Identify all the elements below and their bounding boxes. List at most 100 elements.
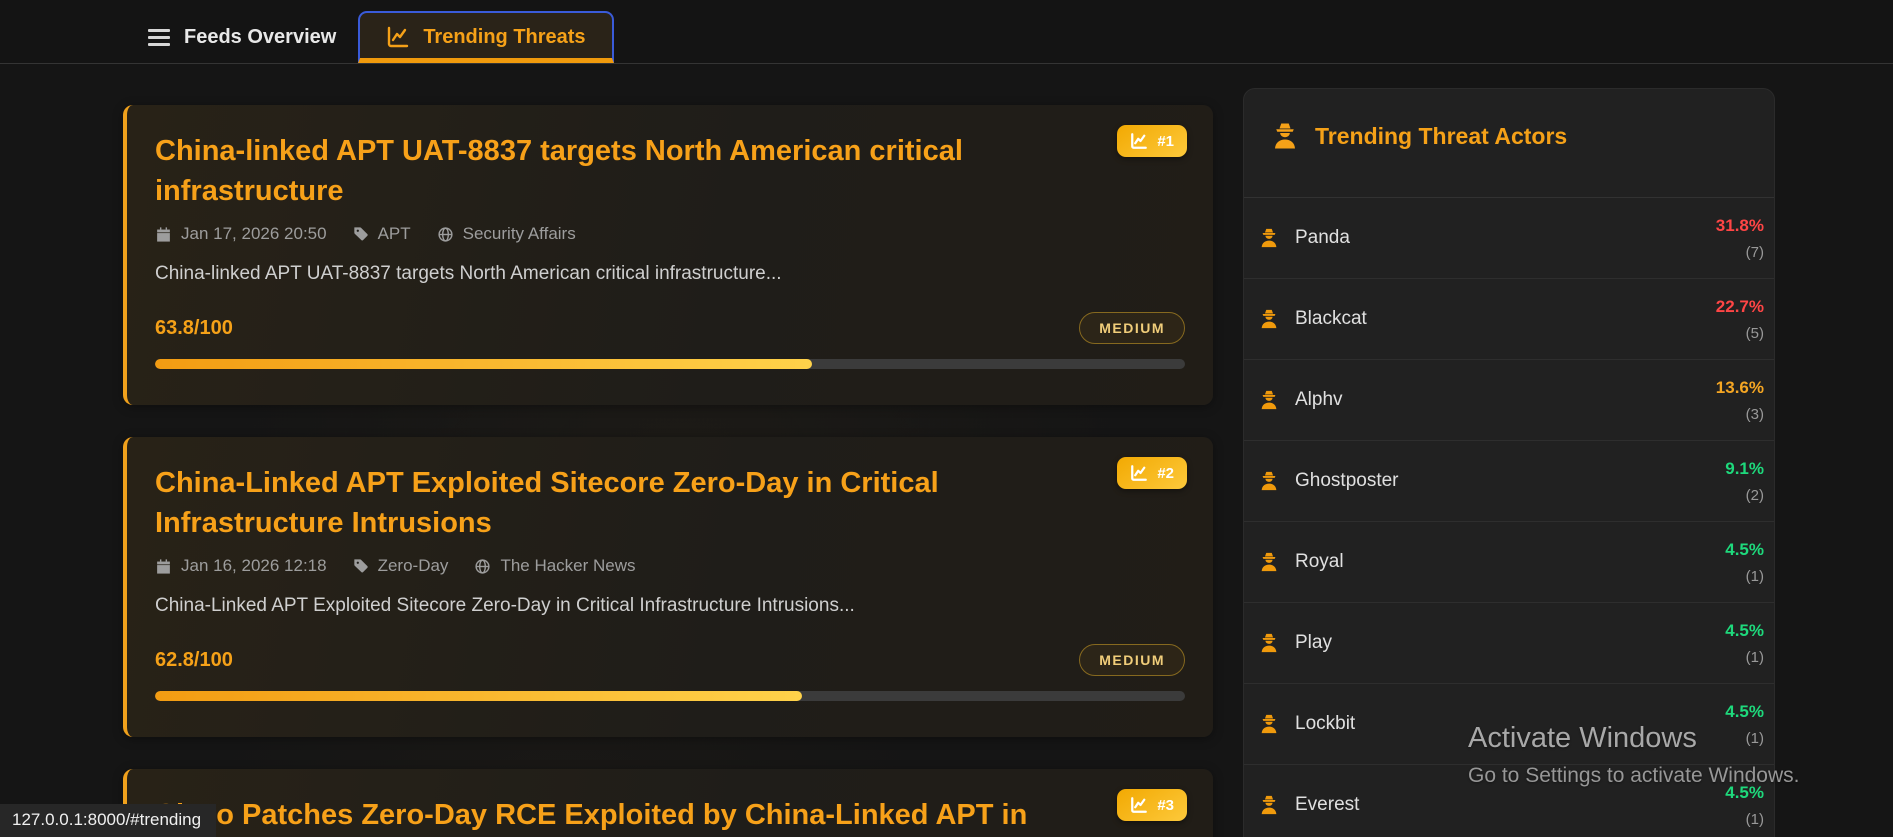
trend-rank-badge: #2	[1117, 457, 1187, 490]
threat-source-label: Security Affairs	[462, 224, 576, 244]
threat-date: Jan 17, 2026 20:50	[155, 224, 327, 244]
hamburger-icon	[147, 25, 171, 49]
actor-stats: 4.5% (1)	[1725, 540, 1764, 585]
actor-name: Everest	[1295, 794, 1360, 815]
threat-meta: Jan 16, 2026 12:18 Zero-Day The Hacker N…	[155, 556, 1185, 576]
rank-number: #3	[1157, 796, 1174, 814]
score-progress-fill	[155, 691, 802, 702]
rank-number: #1	[1157, 132, 1174, 150]
actor-stats: 4.5% (1)	[1725, 702, 1764, 747]
status-bar-url: 127.0.0.1:8000/#trending	[0, 804, 217, 837]
threat-description: China-Linked APT Exploited Sitecore Zero…	[155, 595, 855, 617]
actor-stats: 13.6% (3)	[1716, 378, 1764, 423]
spy-user-icon	[1258, 794, 1280, 816]
threat-actor-row[interactable]: Lockbit 4.5% (1)	[1244, 684, 1774, 765]
threat-card[interactable]: #3 Cisco Patches Zero-Day RCE Exploited …	[123, 769, 1213, 837]
threat-date-label: Jan 16, 2026 12:18	[181, 556, 327, 576]
actors-panel-title: Trending Threat Actors	[1315, 122, 1568, 149]
spy-user-icon	[1258, 551, 1280, 573]
threat-tag: APT	[353, 224, 411, 244]
threat-tag-label: APT	[377, 224, 411, 244]
chart-line-icon	[1130, 796, 1148, 814]
actor-trend-percent: 13.6%	[1715, 377, 1764, 397]
chart-line-icon	[386, 25, 410, 49]
actor-mention-count: (1)	[1745, 729, 1764, 747]
main-content: #1 China-linked APT UAT-8837 targets Nor…	[0, 64, 1893, 837]
actor-identity: Everest	[1258, 794, 1359, 816]
threat-date-label: Jan 17, 2026 20:50	[181, 224, 327, 244]
threat-actor-row[interactable]: Royal 4.5% (1)	[1244, 522, 1774, 603]
actor-mention-count: (1)	[1745, 648, 1764, 666]
threat-source-label: The Hacker News	[500, 556, 636, 576]
spy-user-icon	[1258, 227, 1280, 249]
actor-name: Lockbit	[1295, 713, 1356, 734]
actor-name: Alphv	[1295, 389, 1343, 410]
threat-actor-row[interactable]: Everest 4.5% (1)	[1244, 765, 1774, 837]
threat-tag: Zero-Day	[353, 556, 448, 576]
trend-rank-badge: #3	[1117, 789, 1187, 822]
actors-panel-header: Trending Threat Actors	[1244, 89, 1774, 198]
actor-identity: Panda	[1258, 227, 1350, 249]
tab-feeds-overview-label: Feeds Overview	[184, 25, 337, 48]
actor-mention-count: (1)	[1745, 810, 1764, 828]
actor-identity: Lockbit	[1258, 713, 1355, 735]
threat-title: China-linked APT UAT-8837 targets North …	[155, 135, 963, 208]
tag-icon	[353, 558, 369, 574]
threat-score-row: 62.8/100 MEDIUM	[155, 644, 1185, 677]
threat-actor-row[interactable]: Blackcat 22.7% (5)	[1244, 279, 1774, 360]
spy-user-icon	[1258, 470, 1280, 492]
calendar-icon	[155, 558, 172, 575]
actor-trend-percent: 9.1%	[1725, 458, 1764, 478]
actor-stats: 4.5% (1)	[1725, 621, 1764, 666]
actor-name: Panda	[1295, 227, 1350, 248]
threat-title: Cisco Patches Zero-Day RCE Exploited by …	[155, 799, 1028, 832]
threat-actor-row[interactable]: Alphv 13.6% (3)	[1244, 360, 1774, 441]
tab-feeds-overview[interactable]: Feeds Overview	[125, 11, 358, 63]
score-progress-fill	[155, 359, 813, 370]
spy-user-secret-icon	[1270, 121, 1300, 151]
actor-stats: 22.7% (5)	[1716, 297, 1764, 342]
actor-identity: Royal	[1258, 551, 1344, 573]
actor-mention-count: (7)	[1745, 243, 1764, 261]
actor-mention-count: (3)	[1745, 405, 1764, 423]
actor-trend-percent: 4.5%	[1725, 539, 1764, 559]
score-progress-track	[155, 691, 1185, 702]
actor-name: Play	[1295, 632, 1332, 653]
calendar-icon	[155, 226, 172, 243]
threat-source: Security Affairs	[437, 224, 576, 244]
spy-user-icon	[1258, 308, 1280, 330]
actor-trend-percent: 4.5%	[1725, 701, 1764, 721]
threat-source: The Hacker News	[474, 556, 636, 576]
tag-icon	[353, 226, 369, 242]
tab-trending-threats[interactable]: Trending Threats	[358, 11, 614, 63]
actor-trend-percent: 4.5%	[1725, 620, 1764, 640]
severity-badge: MEDIUM	[1079, 312, 1185, 345]
actor-stats: 4.5% (1)	[1725, 783, 1764, 828]
score-progress-track	[155, 359, 1185, 370]
actor-name: Blackcat	[1295, 308, 1367, 329]
threat-score: 63.8/100	[155, 316, 233, 339]
threat-actor-row[interactable]: Panda 31.8% (7)	[1244, 198, 1774, 279]
actor-trend-percent: 4.5%	[1725, 782, 1764, 802]
chart-line-icon	[1130, 464, 1148, 482]
threat-actor-row[interactable]: Ghostposter 9.1% (2)	[1244, 441, 1774, 522]
spy-user-icon	[1258, 632, 1280, 654]
actor-identity: Blackcat	[1258, 308, 1367, 330]
rank-number: #2	[1157, 464, 1174, 482]
actor-stats: 9.1% (2)	[1725, 459, 1764, 504]
threat-score-row: 63.8/100 MEDIUM	[155, 312, 1185, 345]
actor-stats: 31.8% (7)	[1716, 216, 1764, 261]
threat-title: China-Linked APT Exploited Sitecore Zero…	[155, 467, 939, 540]
threat-meta: Jan 17, 2026 20:50 APT Security Affairs	[155, 224, 1185, 244]
spy-user-icon	[1258, 389, 1280, 411]
threat-card[interactable]: #2 China-Linked APT Exploited Sitecore Z…	[123, 437, 1213, 738]
actor-list: Panda 31.8% (7) Blackcat 22.7% (5) Alphv…	[1244, 198, 1774, 837]
chart-line-icon	[1130, 132, 1148, 150]
trending-threat-actors-panel: Trending Threat Actors Panda 31.8% (7) B…	[1243, 88, 1775, 837]
threat-actor-row[interactable]: Play 4.5% (1)	[1244, 603, 1774, 684]
actor-name: Ghostposter	[1295, 470, 1399, 491]
actor-mention-count: (1)	[1745, 567, 1764, 585]
actor-identity: Alphv	[1258, 389, 1343, 411]
actor-mention-count: (5)	[1745, 324, 1764, 342]
threat-card[interactable]: #1 China-linked APT UAT-8837 targets Nor…	[123, 105, 1213, 406]
